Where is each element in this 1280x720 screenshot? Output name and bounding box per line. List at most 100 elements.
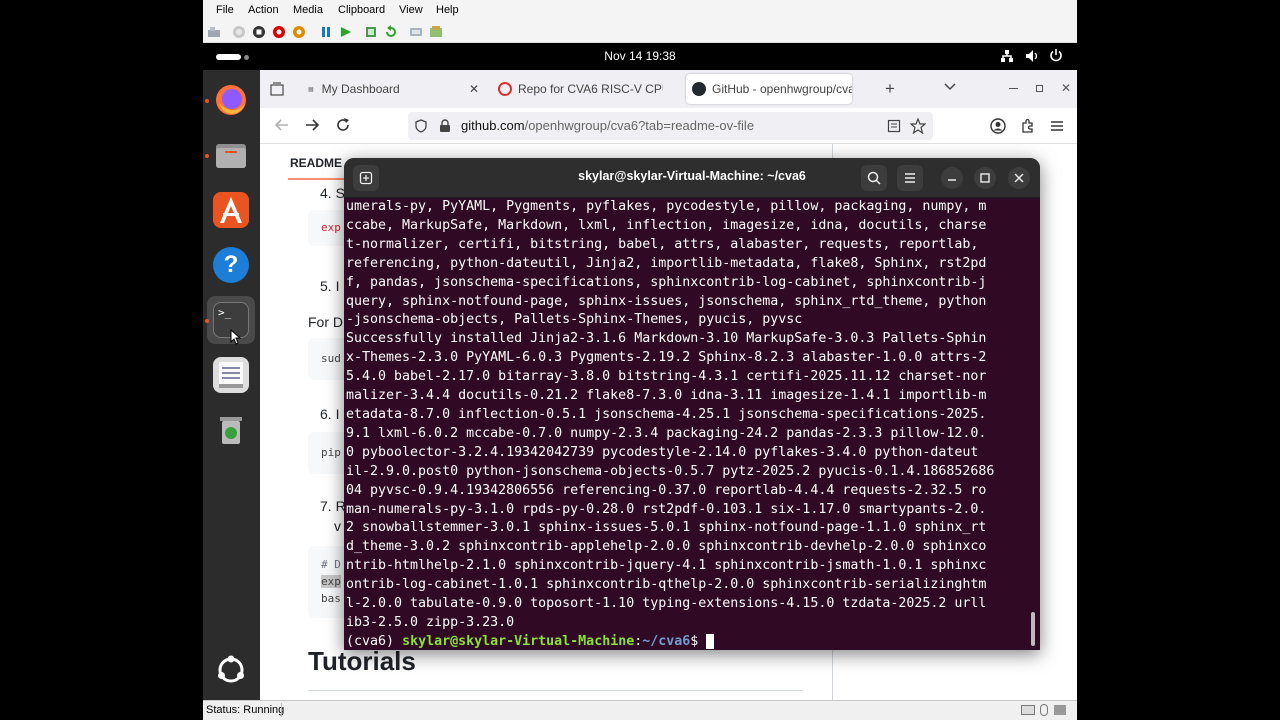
tab-github[interactable]: GitHub - openhwgroup/cva6 [686, 74, 852, 104]
step-6-heading: 6. I [320, 406, 340, 422]
tab-dashboard[interactable]: ▦ My Dashboard ✕ [300, 74, 485, 104]
terminal-line: ontrib-log-cabinet-1.0.1 sphinxcontrib-q… [346, 577, 987, 593]
terminal-line: -jsonschema-objects, Pallets-Sphinx-Them… [346, 312, 803, 328]
tab-repo[interactable]: Repo for CVA6 RISC-V CPU [492, 74, 682, 104]
terminal-line: f, pandas, jsonschema-specifications, sp… [346, 274, 987, 290]
minimize-icon[interactable] [1009, 88, 1018, 89]
vm-toolbar [203, 21, 1077, 43]
app-center-icon[interactable] [213, 192, 249, 228]
volume-icon[interactable] [1025, 49, 1041, 63]
menu-media[interactable]: Media [293, 4, 323, 16]
terminal-line: 04 pyvsc-0.9.4.19342806556 referencing-0… [346, 482, 987, 498]
terminal-line: t-normalizer, certifi, bitstring, babel,… [346, 236, 979, 252]
lock-icon[interactable] [439, 119, 451, 138]
shield-icon[interactable] [414, 119, 428, 138]
show-apps-icon[interactable] [213, 652, 249, 688]
clock[interactable]: Nov 14 19:38 [203, 49, 1077, 63]
revert-icon[interactable] [384, 25, 398, 39]
forward-icon[interactable] [304, 117, 320, 138]
restore-icon[interactable] [1036, 85, 1043, 92]
terminal-line: 5.4.0 babel-2.17.0 bitarray-3.8.0 bitstr… [346, 369, 987, 385]
minimize-icon[interactable] [941, 167, 963, 189]
terminal-line: d_theme-3.0.2 sphinxcontrib-applehelp-2.… [346, 539, 987, 555]
ubuntu-dock: ? >_ [203, 70, 260, 700]
code-block: sud [308, 338, 348, 380]
trash-icon[interactable] [213, 412, 249, 448]
shut-down-icon[interactable] [272, 25, 286, 39]
terminal-title: skylar@skylar-Virtual-Machine: ~/cva6 [578, 169, 806, 183]
terminal-prompt[interactable]: (cva6) skylar@skylar-Virtual-Machine:~/c… [346, 633, 1026, 650]
terminal-line: ccabe, MarkupSafe, Markdown, lxml, infle… [346, 217, 987, 233]
menu-help[interactable]: Help [436, 4, 459, 16]
list-tabs-icon[interactable] [943, 79, 957, 98]
tab-label: Repo for CVA6 RISC-V CPU [518, 82, 663, 96]
url-text[interactable]: github.com/openhwgroup/cva6?tab=readme-o… [461, 118, 754, 133]
code-block: exp [308, 210, 348, 246]
maximize-icon[interactable] [974, 167, 996, 189]
terminal-line: x-Themes-2.3.0 PyYAML-6.0.3 Pygments-2.1… [346, 350, 987, 366]
menu-view[interactable]: View [399, 4, 423, 16]
terminal-line: malizer-3.4.4 docutils-0.21.2 flake8-7.3… [346, 388, 987, 404]
menu-clipboard[interactable]: Clipboard [338, 4, 385, 16]
close-icon[interactable] [1008, 167, 1030, 189]
terminal-text[interactable]: umerals-py, PyYAML, Pygments, pyflakes, … [346, 198, 1026, 650]
mouse-icon [1040, 704, 1048, 716]
hamburger-menu-icon[interactable] [897, 165, 923, 191]
account-icon[interactable] [990, 118, 1006, 139]
close-window-icon[interactable]: ✕ [1061, 81, 1071, 95]
text-editor-icon[interactable] [213, 357, 249, 393]
network-icon[interactable] [1000, 49, 1014, 63]
menu-action[interactable]: Action [248, 4, 279, 16]
vm-status-bar: Status: Running [203, 700, 1077, 720]
help-icon[interactable]: ? [213, 247, 249, 283]
menu-file[interactable]: File [216, 4, 234, 16]
prompt-env: (cva6) [346, 633, 395, 649]
back-icon[interactable] [274, 117, 290, 138]
terminal-line: 9.1 lxml-6.0.2 mccabe-0.7.0 numpy-2.3.4 … [346, 425, 987, 441]
terminal-line: 2 snowballstemmer-3.0.1 sphinx-issues-5.… [346, 520, 987, 536]
terminal-window[interactable]: skylar@skylar-Virtual-Machine: ~/cva6 um… [344, 158, 1040, 650]
terminal-line: referencing, python-dateutil, Jinja2, im… [346, 255, 987, 271]
reload-icon[interactable] [335, 117, 351, 138]
readme-tab[interactable]: README [290, 156, 342, 170]
pause-icon[interactable] [319, 25, 333, 39]
close-tab-icon[interactable]: ✕ [469, 82, 479, 96]
checkpoint-icon[interactable] [364, 25, 378, 39]
app-menu-icon[interactable] [1050, 119, 1064, 138]
running-indicator [205, 154, 209, 158]
extensions-icon[interactable] [1020, 118, 1036, 139]
terminal-output[interactable]: umerals-py, PyYAML, Pygments, pyflakes, … [344, 198, 1040, 650]
terminal-scrollbar[interactable] [1031, 612, 1035, 646]
ctrl-alt-del-icon[interactable] [207, 25, 221, 39]
resume-icon[interactable] [339, 25, 353, 39]
terminal-header-bar[interactable]: skylar@skylar-Virtual-Machine: ~/cva6 [344, 158, 1040, 198]
files-icon[interactable] [213, 137, 249, 173]
search-icon[interactable] [861, 165, 887, 191]
navigation-toolbar: github.com/openhwgroup/cva6?tab=readme-o… [260, 108, 1077, 144]
terminal-line: etadata-8.7.0 inflection-0.5.1 jsonschem… [346, 406, 987, 422]
gnome-top-bar: Nov 14 19:38 [203, 43, 1077, 70]
step-7-continued: v [334, 518, 341, 534]
terminal-line: query, sphinx-notfound-page, sphinx-issu… [346, 293, 987, 309]
tab-label: My Dashboard [321, 82, 400, 96]
power-icon[interactable] [1049, 48, 1063, 62]
code-block: # D exp bas [308, 546, 348, 618]
code-block: pip [308, 432, 348, 474]
start-icon[interactable] [232, 25, 246, 39]
prompt-user: skylar@skylar-Virtual-Machine [402, 633, 635, 649]
bookmark-star-icon[interactable] [909, 117, 927, 139]
share-icon[interactable] [429, 25, 443, 39]
tab-label: GitHub - openhwgroup/cva6 [712, 82, 852, 96]
new-tab-icon[interactable]: + [885, 79, 895, 99]
reader-view-icon[interactable] [887, 119, 901, 138]
firefox-icon[interactable] [213, 82, 249, 118]
tab-overview-icon[interactable] [270, 82, 284, 101]
prompt-path: ~/cva6 [642, 633, 691, 649]
turn-off-icon[interactable] [252, 25, 266, 39]
save-state-icon[interactable] [292, 25, 306, 39]
status-divider [281, 703, 282, 717]
terminal-line: l-2.0.0 tabulate-0.9.0 toposort-1.10 typ… [346, 596, 987, 612]
enhanced-session-icon[interactable] [409, 25, 423, 39]
status-text: Status: Running [206, 704, 285, 716]
url-bar[interactable]: github.com/openhwgroup/cva6?tab=readme-o… [408, 112, 933, 140]
